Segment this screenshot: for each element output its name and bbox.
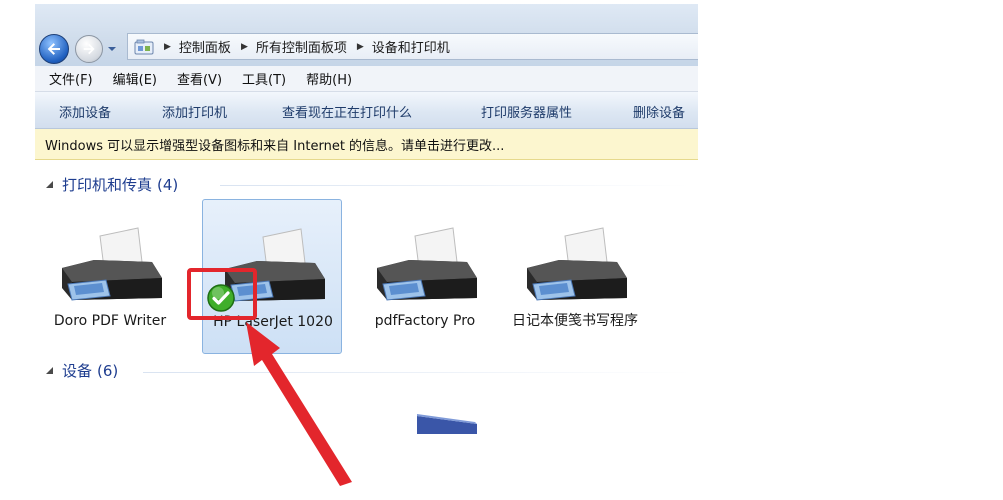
remove-device-button[interactable]: 删除设备 bbox=[633, 102, 685, 121]
info-bar-text: Windows 可以显示增强型设备图标和来自 Internet 的信息。请单击进… bbox=[45, 138, 505, 154]
arrow-right-icon bbox=[83, 43, 95, 55]
device-label: 日记本便笺书写程序 bbox=[512, 313, 638, 329]
group-title-printers: 打印机和传真 bbox=[62, 176, 153, 194]
printer-icon bbox=[377, 227, 477, 301]
breadcrumb-all-items[interactable]: 所有控制面板项 bbox=[256, 37, 347, 56]
menu-help[interactable]: 帮助(H) bbox=[306, 69, 352, 88]
info-bar[interactable]: Windows 可以显示增强型设备图标和来自 Internet 的信息。请单击进… bbox=[35, 129, 698, 160]
chevron-right-icon[interactable]: ▶ bbox=[357, 42, 364, 52]
annotation-arrow-icon bbox=[246, 322, 352, 486]
see-printing-button[interactable]: 查看现在正在打印什么 bbox=[282, 102, 412, 121]
menu-bar: 文件(F) 编辑(E) 查看(V) 工具(T) 帮助(H) bbox=[35, 66, 698, 92]
group-divider bbox=[143, 372, 693, 373]
breadcrumb-devices-printers[interactable]: 设备和打印机 bbox=[372, 37, 450, 56]
devices-and-printers-window: ▶ 控制面板 ▶ 所有控制面板项 ▶ 设备和打印机 文件(F) 编辑(E) 查看… bbox=[35, 4, 698, 500]
menu-edit[interactable]: 编辑(E) bbox=[113, 69, 157, 88]
group-count-printers: (4) bbox=[157, 175, 179, 194]
device-label: Doro PDF Writer bbox=[53, 313, 167, 329]
add-device-button[interactable]: 添加设备 bbox=[59, 102, 111, 121]
control-panel-icon bbox=[134, 39, 154, 54]
chevron-down-icon[interactable] bbox=[107, 44, 117, 54]
menu-view[interactable]: 查看(V) bbox=[177, 69, 222, 88]
print-server-properties-button[interactable]: 打印服务器属性 bbox=[481, 102, 572, 121]
printer-icon bbox=[62, 227, 162, 301]
menu-file[interactable]: 文件(F) bbox=[49, 69, 93, 88]
breadcrumb-control-panel[interactable]: 控制面板 bbox=[179, 37, 231, 56]
printer-journal-note-writer[interactable]: 日记本便笺书写程序 bbox=[505, 204, 645, 354]
annotation-highlight-box bbox=[187, 268, 257, 320]
collapse-triangle-icon[interactable] bbox=[45, 366, 54, 375]
group-count-devices: (6) bbox=[97, 361, 119, 380]
group-header-printers[interactable]: 打印机和传真 (4) bbox=[45, 174, 178, 195]
arrow-left-icon bbox=[47, 43, 60, 55]
chevron-right-icon[interactable]: ▶ bbox=[164, 42, 171, 52]
location-bar[interactable]: ▶ 控制面板 ▶ 所有控制面板项 ▶ 设备和打印机 bbox=[127, 33, 698, 60]
group-divider bbox=[220, 185, 690, 186]
device-icon[interactable] bbox=[417, 414, 477, 434]
menu-tools[interactable]: 工具(T) bbox=[242, 69, 286, 88]
collapse-triangle-icon[interactable] bbox=[45, 180, 54, 189]
printer-doro-pdf-writer[interactable]: Doro PDF Writer bbox=[40, 204, 180, 354]
back-button[interactable] bbox=[39, 34, 69, 64]
chevron-right-icon[interactable]: ▶ bbox=[241, 42, 248, 52]
device-label: pdfFactory Pro bbox=[374, 313, 476, 329]
address-bar: ▶ 控制面板 ▶ 所有控制面板项 ▶ 设备和打印机 bbox=[35, 4, 698, 66]
group-title-devices: 设备 bbox=[62, 362, 93, 380]
command-bar: 添加设备 添加打印机 查看现在正在打印什么 打印服务器属性 删除设备 bbox=[35, 92, 698, 129]
printer-pdffactory-pro[interactable]: pdfFactory Pro bbox=[355, 204, 495, 354]
printer-icon bbox=[527, 227, 627, 301]
group-header-devices[interactable]: 设备 (6) bbox=[45, 360, 118, 381]
add-printer-button[interactable]: 添加打印机 bbox=[162, 102, 227, 121]
forward-button[interactable] bbox=[75, 35, 103, 63]
